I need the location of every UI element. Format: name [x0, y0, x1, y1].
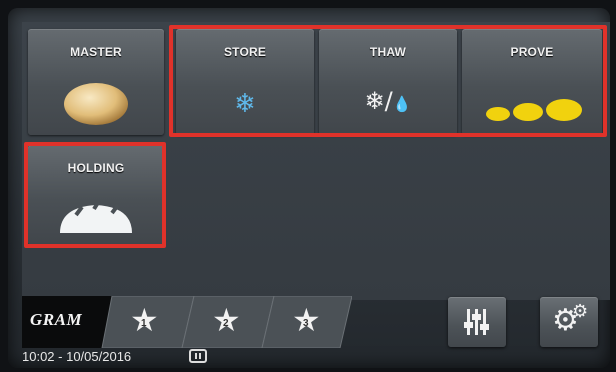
gram-logo: GRAM: [30, 310, 83, 329]
small-gear-icon: ⚙: [572, 301, 589, 322]
program-prove[interactable]: PROVE: [462, 29, 602, 135]
rising-bread-icon: [486, 99, 582, 121]
bottom-bar: GRAM ★ 1 ★ 2 ★ 3 ⚙ ⚙ 10:02 - 10/05/2016: [8, 296, 610, 368]
favorite-tab-number: 3: [303, 318, 309, 329]
bread-roll-icon: [64, 83, 128, 125]
program-holding[interactable]: HOLDING: [28, 145, 164, 245]
program-thaw[interactable]: THAW ❄/💧: [319, 29, 457, 135]
program-thaw-label: THAW: [369, 45, 407, 59]
snowflake-icon: ❄: [364, 87, 385, 115]
program-holding-label: HOLDING: [67, 161, 125, 175]
snowflake-icon: ❄: [234, 89, 256, 119]
favorite-tab-1[interactable]: ★ 1: [124, 301, 164, 342]
program-master-label: MASTER: [70, 45, 122, 59]
favorite-tab-2[interactable]: ★ 2: [206, 301, 246, 342]
favorite-tab-number: 1: [141, 318, 147, 329]
program-store-label: STORE: [223, 45, 267, 59]
oven-control-screen: MASTER STORE ❄ THAW ❄/💧 PROVE HOLDING GR…: [0, 0, 616, 372]
pause-icon[interactable]: [189, 349, 207, 363]
bread-loaf-icon: [60, 199, 132, 233]
settings-button[interactable]: [448, 297, 506, 347]
program-prove-label: PROVE: [510, 45, 554, 59]
service-button[interactable]: ⚙ ⚙: [540, 297, 598, 347]
water-drops-icon: 💧: [392, 95, 412, 113]
favorite-tab-number: 2: [223, 318, 229, 329]
favorite-tab-3[interactable]: ★ 3: [286, 301, 326, 342]
sliders-icon: [464, 309, 489, 335]
datetime-display: 10:02 - 10/05/2016: [22, 349, 132, 364]
program-store[interactable]: STORE ❄: [176, 29, 314, 135]
slash-separator-icon: /: [384, 87, 393, 115]
program-master[interactable]: MASTER: [28, 29, 164, 135]
